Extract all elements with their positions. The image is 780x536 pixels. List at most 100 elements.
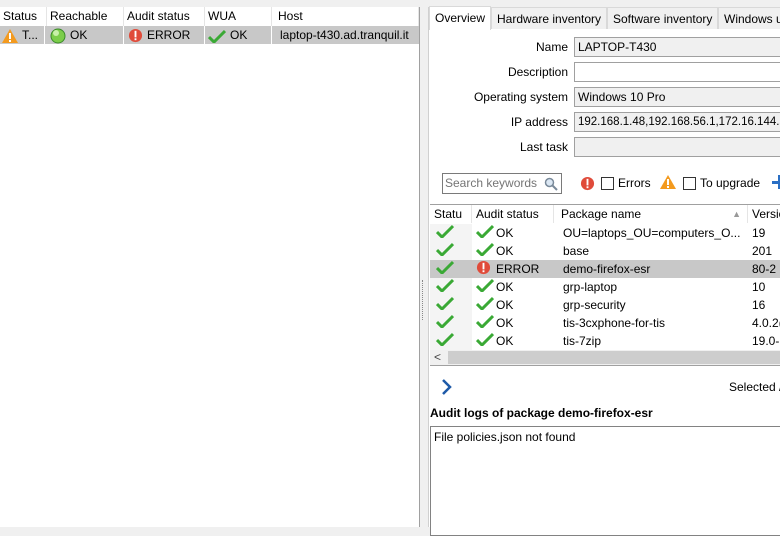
check-icon xyxy=(435,296,455,314)
package-status-cell xyxy=(430,278,472,296)
package-status-cell xyxy=(430,296,472,314)
check-icon xyxy=(435,260,455,278)
to-upgrade-label: To upgrade xyxy=(700,176,761,190)
add-icon[interactable] xyxy=(772,175,780,189)
search-input[interactable] xyxy=(444,175,541,191)
check-icon xyxy=(435,242,455,260)
host-name-cell: laptop-t430.ad.tranquil.it xyxy=(272,26,419,44)
horizontal-scrollbar[interactable]: < xyxy=(430,350,780,365)
package-audit-text: OK xyxy=(496,280,514,294)
package-audit-text: OK xyxy=(496,316,514,330)
package-audit-cell: OK xyxy=(476,314,554,332)
ip-label: IP address xyxy=(510,115,568,129)
host-reachable-text: OK xyxy=(70,28,88,42)
audit-logs-content: File policies.json not found xyxy=(434,430,576,444)
selected-count-label: Selected / xyxy=(729,380,780,394)
check-icon xyxy=(476,332,496,350)
errors-label: Errors xyxy=(618,176,651,190)
host-name-text: laptop-t430.ad.tranquil.it xyxy=(280,28,409,42)
check-icon xyxy=(435,314,455,332)
package-name-cell: demo-firefox-esr xyxy=(563,262,651,276)
os-field[interactable]: Windows 10 Pro xyxy=(574,87,780,107)
hosts-grid[interactable]: Status Reachable Audit status WUA Host T… xyxy=(0,7,420,527)
package-version-cell: 19.0- xyxy=(752,334,780,348)
package-name-cell: base xyxy=(563,244,590,258)
host-reachable-cell: OK xyxy=(47,26,124,44)
package-row[interactable]: OK grp-laptop 10 xyxy=(430,278,780,296)
host-status-text: T... xyxy=(22,28,39,42)
package-version-cell: 201 xyxy=(752,244,773,258)
tab-windows-updates[interactable]: Windows u xyxy=(718,7,780,29)
sort-ascending-icon: ▲ xyxy=(732,209,741,219)
pkg-col-header-status[interactable]: Statu xyxy=(430,205,472,223)
warning-icon xyxy=(660,175,676,189)
description-field[interactable] xyxy=(574,62,780,82)
package-audit-cell: OK xyxy=(476,332,554,350)
green-circle-icon xyxy=(50,28,66,44)
col-header-audit-status[interactable]: Audit status xyxy=(124,7,205,26)
check-icon xyxy=(476,314,496,332)
os-label: Operating system xyxy=(473,90,568,104)
scroll-left-arrow-icon[interactable]: < xyxy=(434,350,441,365)
pkg-col-header-package-name-text: Package name xyxy=(561,207,642,221)
audit-logs-textarea[interactable]: File policies.json not found xyxy=(430,426,780,536)
chevron-right-icon[interactable] xyxy=(441,378,453,396)
col-header-host[interactable]: Host xyxy=(272,7,419,26)
name-field[interactable]: LAPTOP-T430 xyxy=(574,37,780,57)
scrollbar-thumb[interactable] xyxy=(448,351,780,364)
error-icon xyxy=(476,260,496,278)
check-icon xyxy=(476,242,496,260)
tab-overview[interactable]: Overview xyxy=(429,6,491,30)
errors-checkbox[interactable] xyxy=(601,177,614,190)
package-status-cell xyxy=(430,242,472,260)
host-audit-cell: ERROR xyxy=(124,26,205,44)
check-icon xyxy=(435,332,455,350)
packages-grid[interactable]: Statu Audit status Package name ▲ Versi o… xyxy=(430,204,780,366)
package-version-cell: 10 xyxy=(752,280,766,294)
package-row[interactable]: OK tis-3cxphone-for-tis 4.0.2( xyxy=(430,314,780,332)
search-box[interactable] xyxy=(442,173,562,194)
package-name-cell: tis-7zip xyxy=(563,334,602,348)
ip-field[interactable]: 192.168.1.48,192.168.56.1,172.16.144.52 xyxy=(574,112,780,132)
tab-software-inventory[interactable]: Software inventory xyxy=(607,7,718,29)
package-audit-cell: OK xyxy=(476,296,554,314)
pkg-col-header-audit-status[interactable]: Audit status xyxy=(472,205,554,223)
package-audit-cell: OK xyxy=(476,242,554,260)
host-audit-text: ERROR xyxy=(147,28,191,42)
check-icon xyxy=(208,29,226,43)
host-details-panel: Overview Hardware inventory Software inv… xyxy=(428,6,780,536)
package-audit-text: ERROR xyxy=(496,262,540,277)
package-row[interactable]: ERROR demo-firefox-esr 80-2 xyxy=(430,260,780,278)
col-header-reachable[interactable]: Reachable xyxy=(47,7,124,26)
package-name-cell: tis-3cxphone-for-tis xyxy=(563,316,666,330)
check-icon xyxy=(435,224,455,242)
host-row[interactable]: T... OK ERROR OK laptop-t430.ad.tranquil… xyxy=(0,26,419,44)
description-label: Description xyxy=(507,65,568,79)
col-header-wua[interactable]: WUA xyxy=(205,7,272,26)
package-audit-cell: OK xyxy=(476,224,554,242)
error-icon xyxy=(128,29,143,43)
col-header-status[interactable]: Status xyxy=(0,7,47,26)
package-audit-text: OK xyxy=(496,244,514,258)
last-task-field[interactable] xyxy=(574,137,780,157)
package-name-cell: grp-laptop xyxy=(563,280,618,294)
pkg-col-header-version[interactable]: Versio xyxy=(748,205,780,223)
package-version-cell: 80-2 xyxy=(752,262,777,276)
splitter-handle[interactable] xyxy=(422,280,425,320)
package-row[interactable]: OK base 201 xyxy=(430,242,780,260)
check-icon xyxy=(476,224,496,242)
search-icon[interactable] xyxy=(544,177,558,191)
package-status-cell xyxy=(430,314,472,332)
package-row[interactable]: OK tis-7zip 19.0- xyxy=(430,332,780,350)
package-audit-cell: ERROR xyxy=(476,260,554,278)
package-version-cell: 16 xyxy=(752,298,766,312)
package-audit-text: OK xyxy=(496,226,514,240)
to-upgrade-checkbox[interactable] xyxy=(683,177,696,190)
pkg-col-header-package-name[interactable]: Package name ▲ xyxy=(554,205,748,223)
package-row[interactable]: OK grp-security 16 xyxy=(430,296,780,314)
check-icon xyxy=(476,278,496,296)
package-row[interactable]: OK OU=laptops_OU=computers_O... 19 xyxy=(430,224,780,242)
check-icon xyxy=(476,296,496,314)
package-name-cell: OU=laptops_OU=computers_O... xyxy=(563,226,741,240)
tab-hardware-inventory[interactable]: Hardware inventory xyxy=(491,7,607,29)
